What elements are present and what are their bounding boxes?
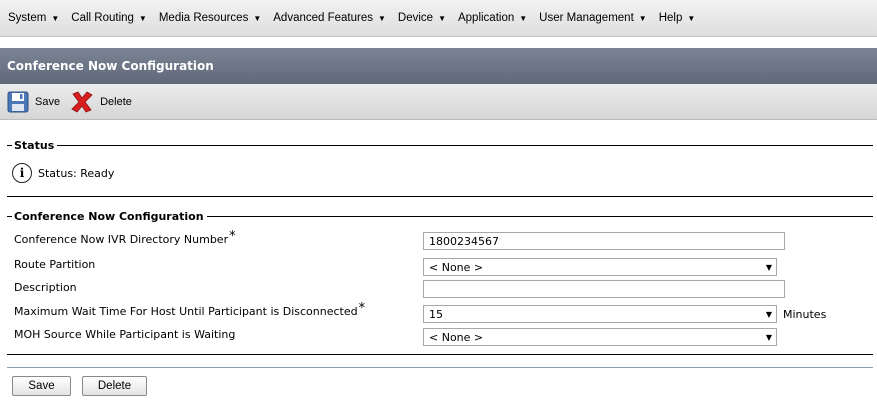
menu-application[interactable]: Application ▼ — [458, 12, 527, 24]
caret-down-icon: ▼ — [687, 13, 696, 23]
dropdown-arrow-icon: ▼ — [765, 262, 772, 272]
description-input[interactable] — [423, 280, 785, 298]
toolbar-save-label: Save — [35, 95, 61, 108]
toolbar-save-button[interactable]: Save — [7, 91, 60, 113]
caret-down-icon: ▼ — [519, 13, 528, 23]
status-row: i Status: Ready — [12, 162, 114, 184]
floppy-disk-icon — [7, 91, 29, 112]
wait-units-label: Minutes — [783, 308, 827, 321]
menu-system[interactable]: System ▼ — [8, 12, 59, 24]
menu-help[interactable]: Help ▼ — [659, 12, 696, 24]
menu-user-management-label: User Management — [539, 12, 634, 24]
menu-advanced-features-label: Advanced Features — [273, 12, 373, 24]
menu-system-label: System — [8, 12, 47, 24]
description-label: Description — [14, 281, 77, 294]
caret-down-icon: ▼ — [51, 13, 60, 23]
ivr-number-input[interactable]: 1800234567 — [423, 232, 785, 250]
menu-device-label: Device — [397, 12, 434, 24]
caret-down-icon: ▼ — [438, 13, 446, 23]
status-section-divider — [7, 196, 873, 197]
menu-advanced-features[interactable]: Advanced Features ▼ — [273, 12, 386, 24]
delete-x-icon — [71, 90, 93, 113]
max-wait-time-label: Maximum Wait Time For Host Until Partici… — [14, 301, 366, 318]
route-partition-label: Route Partition — [14, 258, 96, 271]
required-asterisk: * — [229, 229, 236, 244]
menu-device[interactable]: Device ▼ — [398, 12, 446, 24]
toolbar-delete-label: Delete — [100, 95, 132, 108]
page-title: Conference Now Configuration — [7, 59, 214, 73]
config-section-title: Conference Now Configuration — [14, 209, 204, 223]
status-section-title: Status — [14, 138, 55, 152]
caret-down-icon: ▼ — [138, 13, 147, 23]
status-text: Status: Ready — [38, 166, 115, 180]
max-wait-time-select[interactable]: 15 ▼ — [423, 305, 777, 323]
page-title-bar: Conference Now Configuration — [0, 48, 877, 84]
menu-media-resources-label: Media Resources — [158, 12, 249, 24]
menu-call-routing-label: Call Routing — [71, 12, 134, 24]
config-section-divider — [7, 354, 873, 355]
config-section-header: Conference Now Configuration — [7, 209, 873, 223]
dropdown-arrow-icon: ▼ — [765, 309, 772, 319]
toolbar-delete-button[interactable]: Delete — [70, 90, 132, 114]
required-asterisk: * — [358, 301, 366, 316]
caret-down-icon: ▼ — [638, 13, 647, 23]
menu-application-label: Application — [457, 12, 515, 24]
caret-down-icon: ▼ — [253, 13, 262, 23]
info-icon: i — [12, 163, 32, 183]
route-partition-select[interactable]: < None > ▼ — [423, 258, 777, 276]
bottom-separator — [7, 367, 873, 368]
moh-source-select[interactable]: < None > ▼ — [423, 328, 777, 346]
ivr-number-label: Conference Now IVR Directory Number* — [14, 229, 236, 246]
moh-source-label: MOH Source While Participant is Waiting — [14, 328, 236, 341]
dropdown-arrow-icon: ▼ — [765, 332, 772, 342]
menu-call-routing[interactable]: Call Routing ▼ — [71, 12, 147, 24]
save-button[interactable]: Save — [12, 376, 71, 396]
menu-help-label: Help — [658, 12, 683, 24]
menu-user-management[interactable]: User Management ▼ — [539, 12, 647, 24]
menu-media-resources[interactable]: Media Resources ▼ — [159, 12, 261, 24]
top-menu-bar: System ▼ Call Routing ▼ Media Resources ▼ A… — [0, 0, 877, 37]
toolbar: Save Delete — [0, 84, 877, 120]
delete-button[interactable]: Delete — [82, 376, 147, 396]
caret-down-icon: ▼ — [377, 13, 386, 23]
status-section-header: Status — [7, 138, 873, 152]
